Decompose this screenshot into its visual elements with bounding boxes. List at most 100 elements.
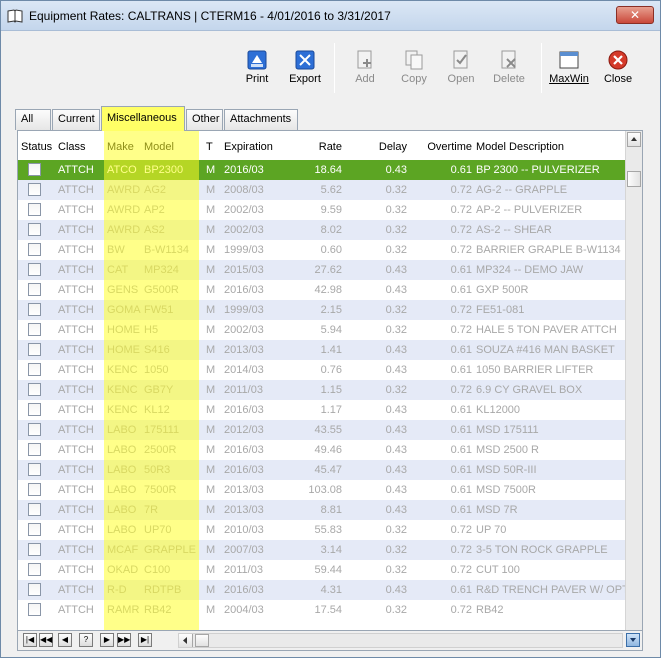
copy-button[interactable]: Copy <box>391 43 437 93</box>
print-button[interactable]: Print <box>234 43 280 93</box>
status-checkbox[interactable] <box>28 243 41 256</box>
table-row[interactable]: ATTCH HOME H5 M 2002/03 5.94 0.32 0.72 HALE 5 TO… <box>18 320 626 340</box>
add-button[interactable]: Add <box>342 43 388 93</box>
horizontal-scrollbar[interactable] <box>178 633 623 648</box>
table-row[interactable]: ATTCH LABO 7500R M 2013/03 103.08 0.43 0.61 MSD … <box>18 480 626 500</box>
cell-expiration: 2002/03 <box>224 204 264 216</box>
status-checkbox[interactable] <box>28 463 41 476</box>
column-header-expiration[interactable]: Expiration <box>224 141 273 153</box>
nav-last-button[interactable]: ▶| <box>138 633 152 647</box>
table-row[interactable]: ATTCH R-D RDTPB M 2016/03 4.31 0.43 0.61 R&D TRE… <box>18 580 626 600</box>
column-header-t[interactable]: T <box>206 141 213 153</box>
cell-overtime: 0.72 <box>450 544 472 556</box>
open-button[interactable]: Open <box>438 43 484 93</box>
tab-all[interactable]: All <box>15 109 51 130</box>
status-checkbox[interactable] <box>28 363 41 376</box>
status-checkbox[interactable] <box>28 603 41 616</box>
scroll-thumb[interactable] <box>627 171 641 187</box>
export-icon <box>295 50 315 70</box>
status-checkbox[interactable] <box>28 263 41 276</box>
vertical-scrollbar[interactable] <box>625 131 642 630</box>
column-header-status[interactable]: Status <box>21 141 52 153</box>
nav-next-page-button[interactable]: ▶▶ <box>117 633 131 647</box>
column-header-model[interactable]: Model <box>144 141 174 153</box>
tab-other[interactable]: Other <box>186 109 223 130</box>
tab-miscellaneous[interactable]: Miscellaneous <box>101 106 185 131</box>
export-button[interactable]: Export <box>282 43 328 93</box>
status-checkbox[interactable] <box>28 483 41 496</box>
dropdown-button[interactable] <box>626 633 640 647</box>
table-row[interactable]: ATTCH AWRD AS2 M 2002/03 8.02 0.32 0.72 AS-2 -- … <box>18 220 626 240</box>
cell-model: 7500R <box>144 484 177 496</box>
maxwin-button[interactable]: MaxWin <box>546 43 592 93</box>
status-checkbox[interactable] <box>28 383 41 396</box>
table-row[interactable]: ATTCH KENC 1050 M 2014/03 0.76 0.43 0.61 1050 BA… <box>18 360 626 380</box>
table-row[interactable]: ATTCH CAT MP324 M 2015/03 27.62 0.43 0.61 MP324 … <box>18 260 626 280</box>
table-row[interactable]: ATTCH GOMA FW51 M 1999/03 2.15 0.32 0.72 FE51-08… <box>18 300 626 320</box>
status-checkbox[interactable] <box>28 543 41 556</box>
table-row[interactable]: ATTCH AWRD AP2 M 2002/03 9.59 0.32 0.72 AP-2 -- … <box>18 200 626 220</box>
status-checkbox[interactable] <box>28 323 41 336</box>
table-row[interactable]: ATTCH KENC GB7Y M 2011/03 1.15 0.32 0.72 6.9 CY … <box>18 380 626 400</box>
nav-prev-button[interactable]: ◀ <box>58 633 72 647</box>
cell-class: ATTCH <box>58 244 94 256</box>
close-button[interactable]: Close <box>595 43 641 93</box>
status-checkbox[interactable] <box>28 403 41 416</box>
table-row[interactable]: ATTCH AWRD AG2 M 2008/03 5.62 0.32 0.72 AG-2 -- … <box>18 180 626 200</box>
status-checkbox[interactable] <box>28 223 41 236</box>
cell-t: M <box>206 264 216 276</box>
status-checkbox[interactable] <box>28 163 41 176</box>
tab-attachments[interactable]: Attachments <box>224 109 298 130</box>
window-close-button[interactable]: ✕ <box>616 6 654 24</box>
nav-first-button[interactable]: |◀ <box>23 633 37 647</box>
column-header-overtime[interactable]: Overtime <box>412 141 472 153</box>
table-row[interactable]: ATTCH LABO 175111 M 2012/03 43.55 0.43 0.61 MSD … <box>18 420 626 440</box>
table-row[interactable]: ATTCH LABO 7R M 2013/03 8.81 0.43 0.61 MSD 7R <box>18 500 626 520</box>
cell-delay: 0.43 <box>385 164 407 176</box>
title-bar[interactable]: Equipment Rates: CALTRANS | CTERM16 - 4/… <box>1 1 660 31</box>
table-row[interactable]: ATTCH OKAD C100 M 2011/03 59.44 0.32 0.72 CUT 10… <box>18 560 626 580</box>
cell-model: C100 <box>144 564 171 576</box>
status-checkbox[interactable] <box>28 443 41 456</box>
tab-current[interactable]: Current <box>52 109 100 130</box>
delete-button[interactable]: Delete <box>486 43 532 93</box>
table-row[interactable]: ATTCH MCAF GRAPPLE M 2007/03 3.14 0.32 0.72 3-5 … <box>18 540 626 560</box>
cell-delay: 0.43 <box>385 284 407 296</box>
nav-help-button[interactable]: ? <box>79 633 93 647</box>
table-row[interactable]: ATTCH LABO 50R3 M 2016/03 45.47 0.43 0.61 MSD 50… <box>18 460 626 480</box>
scroll-left-button[interactable] <box>179 634 193 647</box>
scroll-up-button[interactable] <box>627 132 641 147</box>
column-header-rate[interactable]: Rate <box>288 141 342 153</box>
status-checkbox[interactable] <box>28 523 41 536</box>
status-checkbox[interactable] <box>28 503 41 516</box>
status-checkbox[interactable] <box>28 183 41 196</box>
status-checkbox[interactable] <box>28 303 41 316</box>
table-row[interactable]: ATTCH GENS G500R M 2016/03 42.98 0.43 0.61 GXP 5… <box>18 280 626 300</box>
status-checkbox[interactable] <box>28 283 41 296</box>
cell-make: GENS <box>107 284 139 296</box>
column-header-make[interactable]: Make <box>107 141 134 153</box>
status-checkbox[interactable] <box>28 563 41 576</box>
table-row[interactable]: ATTCH LABO UP70 M 2010/03 55.83 0.32 0.72 UP 70 <box>18 520 626 540</box>
nav-next-button[interactable]: ▶ <box>100 633 114 647</box>
table-row[interactable]: ATTCH RAMR RB42 M 2004/03 17.54 0.32 0.72 RB42 <box>18 600 626 620</box>
column-header-model-description[interactable]: Model Description <box>476 141 564 153</box>
cell-description: 1050 BARRIER LIFTER <box>476 364 594 376</box>
horizontal-scroll-thumb[interactable] <box>195 634 209 647</box>
status-checkbox[interactable] <box>28 343 41 356</box>
status-checkbox[interactable] <box>28 423 41 436</box>
table-row[interactable]: ATTCH KENC KL12 M 2016/03 1.17 0.43 0.61 KL12000 <box>18 400 626 420</box>
cell-class: ATTCH <box>58 264 94 276</box>
cell-description: BARRIER GRAPLE B-W1134 <box>476 244 621 256</box>
table-row[interactable]: ATTCH HOME S416 M 2013/03 1.41 0.43 0.61 SOUZA #… <box>18 340 626 360</box>
status-checkbox[interactable] <box>28 583 41 596</box>
table-row[interactable]: ATTCH LABO 2500R M 2016/03 49.46 0.43 0.61 MSD 2… <box>18 440 626 460</box>
cell-model: AP2 <box>144 204 165 216</box>
column-header-delay[interactable]: Delay <box>348 141 407 153</box>
nav-prev-page-button[interactable]: ◀◀ <box>39 633 53 647</box>
status-checkbox[interactable] <box>28 203 41 216</box>
cell-description: MSD 7500R <box>476 484 536 496</box>
column-header-class[interactable]: Class <box>58 141 86 153</box>
table-row[interactable]: ATTCH BW B-W1134 M 1999/03 0.60 0.32 0.72 BARRIE… <box>18 240 626 260</box>
table-row[interactable]: ATTCH ATCO BP2300 M 2016/03 18.64 0.43 0.61 BP 2… <box>18 160 626 180</box>
